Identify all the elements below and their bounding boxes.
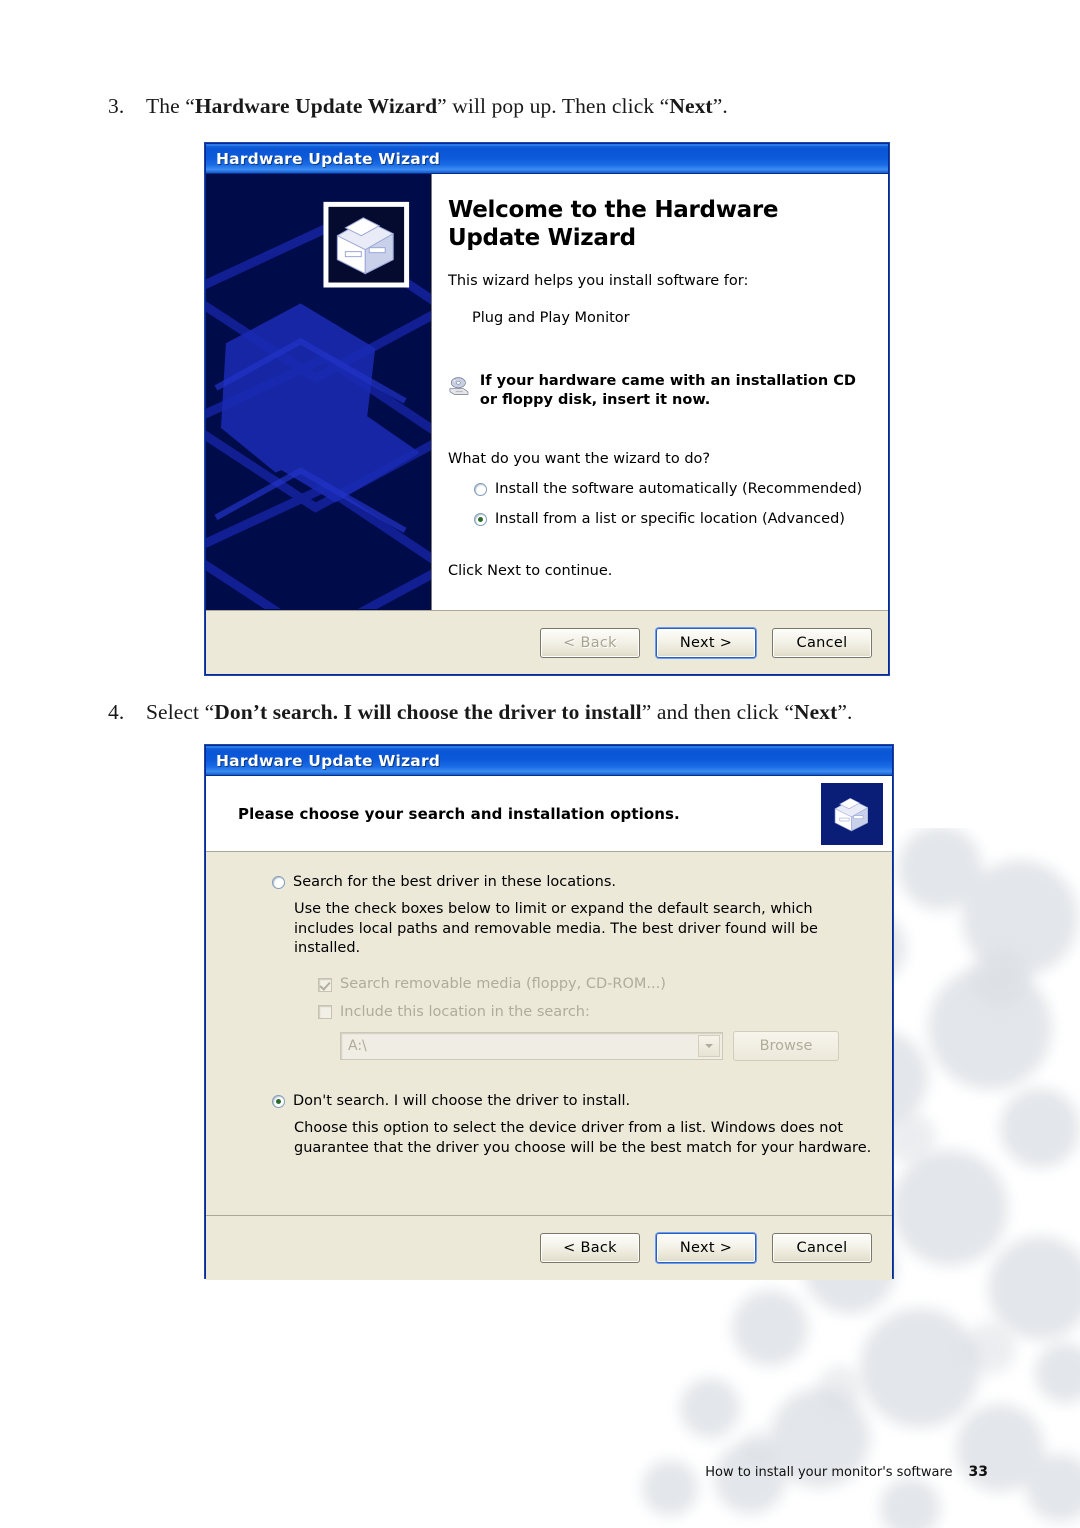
wizard-hardware-icon-art <box>834 797 868 831</box>
next-button[interactable]: Next > <box>656 627 756 658</box>
wizard-question: What do you want the wizard to do? <box>448 450 711 467</box>
dialog-body: Welcome to the Hardware Update Wizard Th… <box>206 174 888 611</box>
wizard-device-name: Plug and Play Monitor <box>472 309 630 326</box>
wizard-sidebar-graphic <box>206 174 432 610</box>
dialog-header: Please choose your search and installati… <box>206 776 892 852</box>
dialog-button-bar: < Back Next > Cancel <box>206 1216 892 1280</box>
radio-install-automatically[interactable]: Install the software automatically (Reco… <box>474 481 874 498</box>
checkbox-include-location[interactable]: Include this location in the search: <box>318 1004 872 1021</box>
radio-search-best-driver-label: Search for the best driver in these loca… <box>293 874 617 890</box>
hardware-update-wizard-welcome-dialog: Hardware Update Wizard Welcome to the Ha… <box>205 143 889 675</box>
dialog-button-bar: < Back Next > Cancel <box>206 611 888 674</box>
cd-notice-text: If your hardware came with an installati… <box>479 373 856 409</box>
radio-icon-unselected[interactable] <box>272 876 285 889</box>
step-3-bold-1: Hardware Update Wizard <box>194 94 438 118</box>
dialog-title: Hardware Update Wizard <box>216 751 441 770</box>
radio-icon-selected[interactable] <box>272 1095 285 1109</box>
dialog-title: Hardware Update Wizard <box>216 149 441 168</box>
back-button[interactable]: < Back <box>540 627 640 658</box>
location-value: A:\ <box>348 1038 367 1055</box>
radio-icon-selected[interactable] <box>474 512 487 526</box>
radio-search-best-driver[interactable]: Search for the best driver in these loca… <box>272 874 872 891</box>
radio-icon-unselected[interactable] <box>474 483 487 497</box>
cd-notice: If your hardware came with an installati… <box>448 370 874 410</box>
dialog-body: Search for the best driver in these loca… <box>206 852 892 1216</box>
next-button[interactable]: Next > <box>656 1233 756 1263</box>
step-3-text-1: The “ <box>146 94 195 118</box>
wizard-content-panel: Welcome to the Hardware Update Wizard Th… <box>432 174 888 610</box>
search-location-checkboxes: Search removable media (floppy, CD-ROM..… <box>318 976 872 1062</box>
wizard-continue-text: Click Next to continue. <box>448 563 613 580</box>
step-4-text-3: ”. <box>837 700 853 724</box>
hardware-update-wizard-options-dialog: Hardware Update Wizard Please choose you… <box>205 745 893 1280</box>
page-number: 33 <box>968 1464 988 1480</box>
browse-button[interactable]: Browse <box>733 1031 839 1062</box>
radio-install-from-list-label: Install from a list or specific location… <box>495 510 845 527</box>
cancel-button[interactable]: Cancel <box>772 1233 872 1263</box>
dialog-titlebar[interactable]: Hardware Update Wizard <box>206 144 888 174</box>
back-button[interactable]: < Back <box>540 1233 640 1263</box>
dont-search-description: Choose this option to select the device … <box>294 1120 872 1156</box>
page-content: 3. The “Hardware Update Wizard” will pop … <box>0 0 1080 1528</box>
wizard-heading: Welcome to the Hardware Update Wizard <box>448 197 779 252</box>
dialog-titlebar[interactable]: Hardware Update Wizard <box>206 746 892 776</box>
location-row: A:\ Browse <box>340 1031 872 1062</box>
chevron-down-icon[interactable] <box>698 1035 720 1058</box>
step-3-bold-2: Next <box>669 94 713 118</box>
checkbox-include-location-label: Include this location in the search: <box>340 1003 590 1020</box>
cd-drive-icon <box>449 377 469 395</box>
radio-dont-search[interactable]: Don't search. I will choose the driver t… <box>272 1093 872 1110</box>
wizard-hardware-icon <box>821 782 883 845</box>
radio-install-from-list[interactable]: Install from a list or specific location… <box>474 511 874 528</box>
step-4-bold-2: Next <box>794 700 838 724</box>
radio-dont-search-label: Don't search. I will choose the driver t… <box>293 1093 631 1110</box>
location-combobox[interactable]: A:\ <box>340 1032 723 1061</box>
step-3-number: 3. <box>108 94 125 118</box>
step-4-text-2: ” and then click “ <box>641 700 794 724</box>
dialog-header-title: Please choose your search and installati… <box>238 804 680 823</box>
footer-text: How to install your monitor's software <box>705 1465 953 1480</box>
step-4-text-1: Select “ <box>146 700 215 724</box>
radio-install-automatically-label: Install the software automatically (Reco… <box>495 481 863 498</box>
step-4-instruction: 4. Select “Don’t search. I will choose th… <box>108 700 853 725</box>
step-3-instruction: 3. The “Hardware Update Wizard” will pop … <box>108 94 728 119</box>
checkbox-icon-checked[interactable] <box>318 977 332 992</box>
search-option-description: Use the check boxes below to limit or ex… <box>294 901 818 956</box>
step-3-text-2: ” will pop up. Then click “ <box>437 94 670 118</box>
checkbox-icon-unchecked[interactable] <box>318 1005 332 1020</box>
step-4-number: 4. <box>108 700 125 724</box>
wizard-sidebar-art <box>206 174 431 610</box>
cancel-button[interactable]: Cancel <box>772 627 872 658</box>
page-footer: How to install your monitor's software 3… <box>705 1464 988 1480</box>
wizard-hardware-icon <box>323 201 410 288</box>
checkbox-search-removable-media[interactable]: Search removable media (floppy, CD-ROM..… <box>318 976 872 993</box>
step-4-bold-1: Don’t search. I will choose the driver t… <box>214 700 642 724</box>
step-3-text-3: ”. <box>712 94 728 118</box>
wizard-intro-text: This wizard helps you install software f… <box>448 273 749 290</box>
checkbox-search-removable-media-label: Search removable media (floppy, CD-ROM..… <box>340 976 666 993</box>
